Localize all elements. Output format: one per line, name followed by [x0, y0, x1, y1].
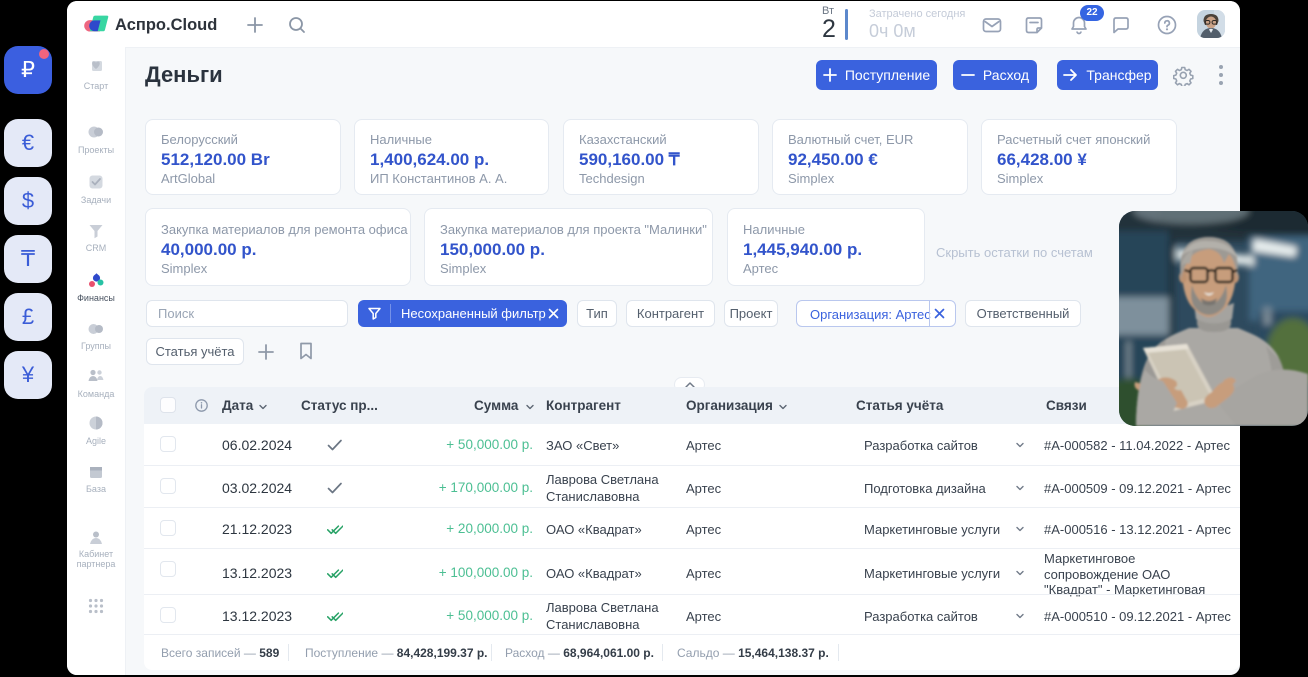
svg-text:MO: MO: [1262, 307, 1274, 325]
